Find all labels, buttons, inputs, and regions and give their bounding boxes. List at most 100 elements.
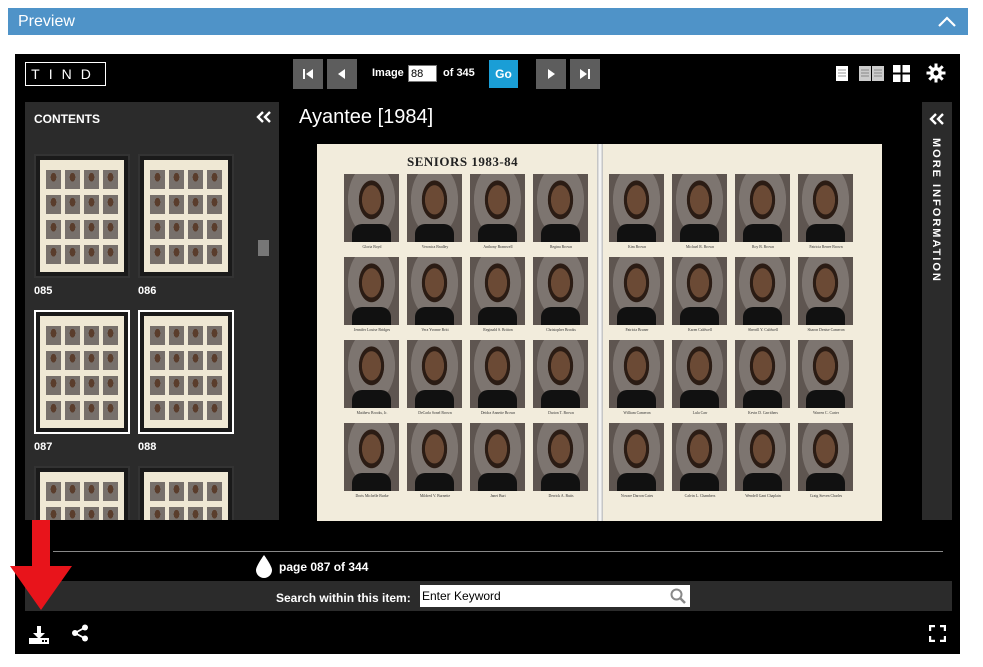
mini-portrait: [84, 376, 99, 395]
next-page-button[interactable]: [536, 59, 566, 89]
double-chevron-left-icon[interactable]: [256, 110, 272, 129]
mini-portrait: [150, 220, 165, 239]
gear-icon[interactable]: [926, 63, 946, 88]
skip-first-icon: [303, 69, 313, 79]
mini-portrait: [65, 376, 80, 395]
mini-portrait: [207, 326, 222, 345]
contents-scrollbar[interactable]: [258, 240, 269, 256]
portrait-caption: Jennifer Louise Bridges: [353, 328, 391, 332]
mini-portrait: [188, 170, 203, 189]
mini-portrait: [46, 170, 61, 189]
mini-portrait: [188, 351, 203, 370]
portrait-caption: Christopher Brooks: [546, 328, 576, 332]
mini-portrait: [103, 220, 118, 239]
search-icon[interactable]: [670, 588, 686, 609]
portrait-caption: Mildred V. Burnette: [419, 494, 451, 498]
mini-portrait: [169, 482, 184, 501]
preview-title: Preview: [18, 12, 75, 30]
mini-portrait: [169, 195, 184, 214]
mini-portrait: [84, 482, 99, 501]
mini-portrait: [46, 351, 61, 370]
fullscreen-icon[interactable]: [928, 624, 947, 647]
portrait-caption: Lula Carr: [692, 411, 708, 415]
thumbnail-090[interactable]: [138, 466, 234, 520]
portrait-caption: Veronica Bradley: [421, 245, 449, 249]
portrait-photo: [344, 340, 399, 408]
mini-portrait: [65, 401, 80, 420]
portrait-caption: Karen Caldwell: [688, 328, 712, 332]
page-thumbnail-image: [144, 472, 228, 520]
mini-portrait: [150, 245, 165, 264]
portrait-caption: DeCarla Sonel Brown: [418, 411, 452, 415]
portrait-caption: Patricia Bruner: [625, 328, 649, 332]
mini-portrait: [84, 507, 99, 520]
more-information-panel[interactable]: MORE INFORMATION: [922, 102, 952, 520]
triangle-right-icon: [548, 69, 555, 79]
portrait-caption: Doris Michelle Burke: [355, 494, 389, 498]
portrait-photo: [533, 174, 588, 242]
thumbnail-087[interactable]: [34, 310, 130, 434]
portrait-photo: [609, 340, 664, 408]
portrait-photo: [672, 423, 727, 491]
mini-portrait: [169, 507, 184, 520]
portrait-photo: [798, 423, 853, 491]
last-page-button[interactable]: [570, 59, 600, 89]
mini-portrait: [84, 351, 99, 370]
mini-portrait: [150, 376, 165, 395]
mini-portrait: [65, 507, 80, 520]
image-number-input[interactable]: [408, 65, 437, 82]
mini-portrait: [150, 351, 165, 370]
mini-portrait: [84, 245, 99, 264]
mini-portrait: [150, 170, 165, 189]
thumbnail-089[interactable]: [34, 466, 130, 520]
mini-portrait: [103, 401, 118, 420]
mini-portrait: [188, 507, 203, 520]
portrait-photo: [798, 257, 853, 325]
portrait-caption: Kim Brown: [627, 245, 647, 249]
portrait-photo: [533, 257, 588, 325]
mini-portrait: [150, 507, 165, 520]
previous-page-button[interactable]: [327, 59, 357, 89]
mini-portrait: [188, 220, 203, 239]
mini-portrait: [207, 376, 222, 395]
preview-header[interactable]: Preview: [8, 8, 968, 35]
portrait-photo: [735, 340, 790, 408]
two-page-view-icon[interactable]: [858, 65, 885, 87]
mini-portrait: [207, 220, 222, 239]
download-icon[interactable]: [29, 626, 49, 649]
go-button[interactable]: Go: [489, 60, 518, 88]
mini-portrait: [103, 170, 118, 189]
slider-handle-icon[interactable]: [255, 554, 273, 583]
chevron-up-icon[interactable]: [936, 13, 958, 31]
portrait-caption: Reginald S. Britton: [483, 328, 513, 332]
search-input[interactable]: [420, 585, 690, 607]
page-indicator: page 087 of 344: [279, 560, 369, 574]
mini-portrait: [65, 245, 80, 264]
portrait-caption: Vera Yvonne Britt: [421, 328, 449, 332]
mini-portrait: [65, 195, 80, 214]
mini-portrait: [150, 401, 165, 420]
single-page-view-icon[interactable]: [835, 65, 849, 87]
portrait-caption: Gloria Boyd: [362, 245, 382, 249]
mini-portrait: [46, 220, 61, 239]
portrait-caption: Kevin D. Carrithers: [747, 411, 779, 415]
page-slider-track[interactable]: [53, 551, 943, 552]
mini-portrait: [188, 195, 203, 214]
mini-portrait: [207, 401, 222, 420]
image-viewer: TIND Image of 345 Go CONTENTS 085 086: [15, 54, 960, 654]
mini-portrait: [46, 245, 61, 264]
thumbnail-088[interactable]: [138, 310, 234, 434]
portrait-photo: [672, 174, 727, 242]
grid-view-icon[interactable]: [893, 65, 910, 87]
mini-portrait: [207, 245, 222, 264]
thumbnail-086[interactable]: [138, 154, 234, 278]
double-chevron-left-icon[interactable]: [929, 112, 945, 131]
share-icon[interactable]: [71, 624, 89, 647]
thumbnail-085[interactable]: [34, 154, 130, 278]
first-page-button[interactable]: [293, 59, 323, 89]
mini-portrait: [150, 326, 165, 345]
mini-portrait: [65, 482, 80, 501]
portrait-photo: [470, 257, 525, 325]
portrait-caption: Wendell Gant Chaplain: [745, 494, 781, 498]
portrait-caption: Matthew Brooks, Jr.: [356, 411, 388, 415]
